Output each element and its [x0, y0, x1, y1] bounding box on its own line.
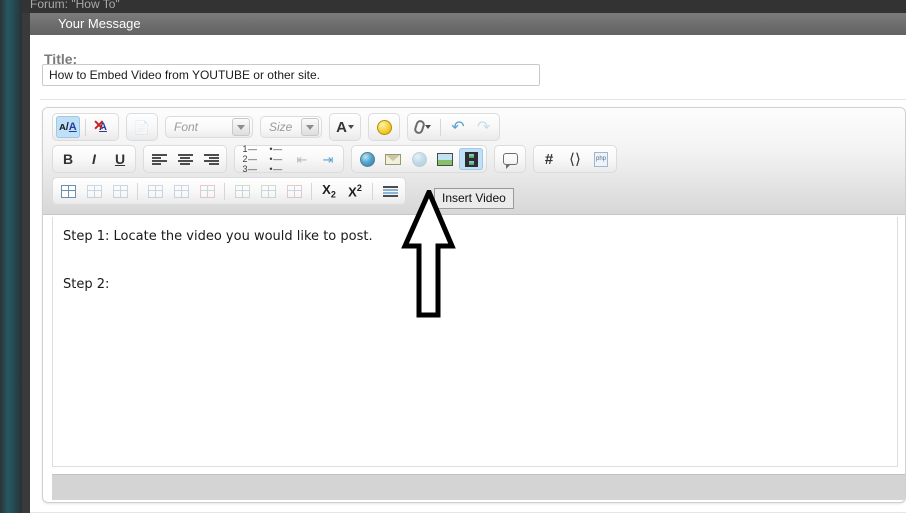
- font-color-group: A: [329, 113, 361, 141]
- top-strip: Forum: "How To": [22, 0, 906, 13]
- indent-icon[interactable]: ⇥: [316, 148, 340, 170]
- underline-icon[interactable]: U: [108, 148, 132, 170]
- message-panel-header: Your Message: [30, 13, 906, 35]
- message-body-editor[interactable]: Step 1: Locate the video you would like …: [52, 217, 898, 467]
- body-line-1: Step 1: Locate the video you would like …: [63, 229, 373, 244]
- font-family-combo[interactable]: Font: [165, 116, 253, 138]
- ordered-list-icon[interactable]: 1— 2— 3—: [238, 144, 262, 174]
- body-line-2: Step 2:: [63, 277, 110, 292]
- undo-icon[interactable]: ↶: [446, 116, 470, 138]
- subscript-icon[interactable]: X2: [317, 180, 341, 202]
- insert-quote-icon[interactable]: [498, 148, 522, 170]
- insert-hash-icon[interactable]: #: [537, 148, 561, 170]
- text-style-group: B I U: [52, 145, 136, 173]
- chevron-down-icon[interactable]: [301, 118, 319, 136]
- superscript-icon[interactable]: X2: [343, 180, 367, 202]
- unordered-list-icon[interactable]: •— •— •—: [264, 144, 288, 174]
- insert-video-icon[interactable]: [459, 148, 483, 170]
- spellcheck-off-icon[interactable]: ✕ A: [91, 116, 115, 138]
- italic-icon[interactable]: I: [82, 148, 106, 170]
- toolbar-separator: [372, 182, 373, 200]
- insert-column-left-icon[interactable]: [143, 180, 167, 202]
- toolbar-separator: [85, 118, 86, 136]
- align-right-icon[interactable]: [199, 148, 223, 170]
- insert-code-icon[interactable]: ⟨⟩: [563, 148, 587, 170]
- insert-row-below-icon[interactable]: [256, 180, 280, 202]
- attachment-undo-group: ↶ ↶: [407, 113, 500, 141]
- outdent-icon[interactable]: ⇤: [290, 148, 314, 170]
- body-line-spacer: [63, 249, 887, 273]
- delete-table-icon[interactable]: [108, 180, 132, 202]
- title-divider: [40, 99, 906, 100]
- toolbar-row-2: B I U 1— 2— 3— •— •— •— ⇤ ⇥ # ⟨⟩ php: [52, 144, 617, 174]
- align-center-icon[interactable]: [173, 148, 197, 170]
- insert-link-icon[interactable]: [355, 148, 379, 170]
- table-group: X2 X2: [52, 177, 406, 205]
- left-rail: [0, 0, 22, 513]
- toolbar-row-3: X2 X2: [52, 176, 406, 206]
- insert-php-icon[interactable]: php: [589, 148, 613, 170]
- spellcheck-group: ᴀ/A ✕ A: [52, 113, 119, 141]
- insert-email-icon[interactable]: [381, 148, 405, 170]
- alignment-group: [143, 145, 227, 173]
- toolbar-separator: [137, 182, 138, 200]
- left-rail-edge: [22, 0, 30, 513]
- horizontal-rule-icon[interactable]: [378, 180, 402, 202]
- font-size-combo[interactable]: Size: [260, 116, 322, 138]
- toolbar-separator: [311, 182, 312, 200]
- toolbar-row-1: ᴀ/A ✕ A 📄 Font Size A ↶ ↶: [52, 112, 500, 142]
- quote-group: [494, 145, 526, 173]
- code-group: # ⟨⟩ php: [533, 145, 617, 173]
- page-panel: Your Message Title: ᴀ/A ✕A: [30, 13, 906, 513]
- delete-row-icon[interactable]: [282, 180, 306, 202]
- insert-column-right-icon[interactable]: [169, 180, 193, 202]
- delete-column-icon[interactable]: [195, 180, 219, 202]
- font-family-label: Font: [174, 120, 199, 134]
- rich-text-editor: ᴀ/A ✕ A 📄 Font Size A ↶ ↶ B I U 1— 2— 3—…: [42, 107, 906, 503]
- title-input[interactable]: [42, 64, 540, 86]
- align-left-icon[interactable]: [147, 148, 171, 170]
- spellcheck-icon[interactable]: ᴀ/A: [56, 116, 80, 138]
- bold-icon[interactable]: B: [56, 148, 80, 170]
- redo-icon[interactable]: ↶: [472, 116, 496, 138]
- font-size-label: Size: [269, 120, 293, 134]
- editor-statusbar: [52, 474, 905, 500]
- chevron-down-icon[interactable]: [232, 118, 250, 136]
- smiley-group: [368, 113, 400, 141]
- toolbar-separator: [440, 118, 441, 136]
- table-properties-icon[interactable]: [82, 180, 106, 202]
- font-color-icon[interactable]: A: [333, 116, 357, 138]
- insert-media-group: [351, 145, 487, 173]
- insert-image-icon[interactable]: [433, 148, 457, 170]
- list-indent-group: 1— 2— 3— •— •— •— ⇤ ⇥: [234, 144, 344, 174]
- tooltip-insert-video: Insert Video: [434, 188, 514, 209]
- paste-group: 📄: [126, 113, 158, 141]
- insert-row-above-icon[interactable]: [230, 180, 254, 202]
- attachment-clip-icon[interactable]: [411, 116, 435, 138]
- smiley-icon[interactable]: [372, 116, 396, 138]
- insert-table-icon[interactable]: [56, 180, 80, 202]
- paste-from-word-icon[interactable]: 📄: [130, 116, 154, 138]
- toolbar-separator: [224, 182, 225, 200]
- breadcrumb: Forum: "How To": [30, 0, 120, 11]
- page-title: Your Message: [58, 16, 141, 31]
- remove-link-icon[interactable]: [407, 148, 431, 170]
